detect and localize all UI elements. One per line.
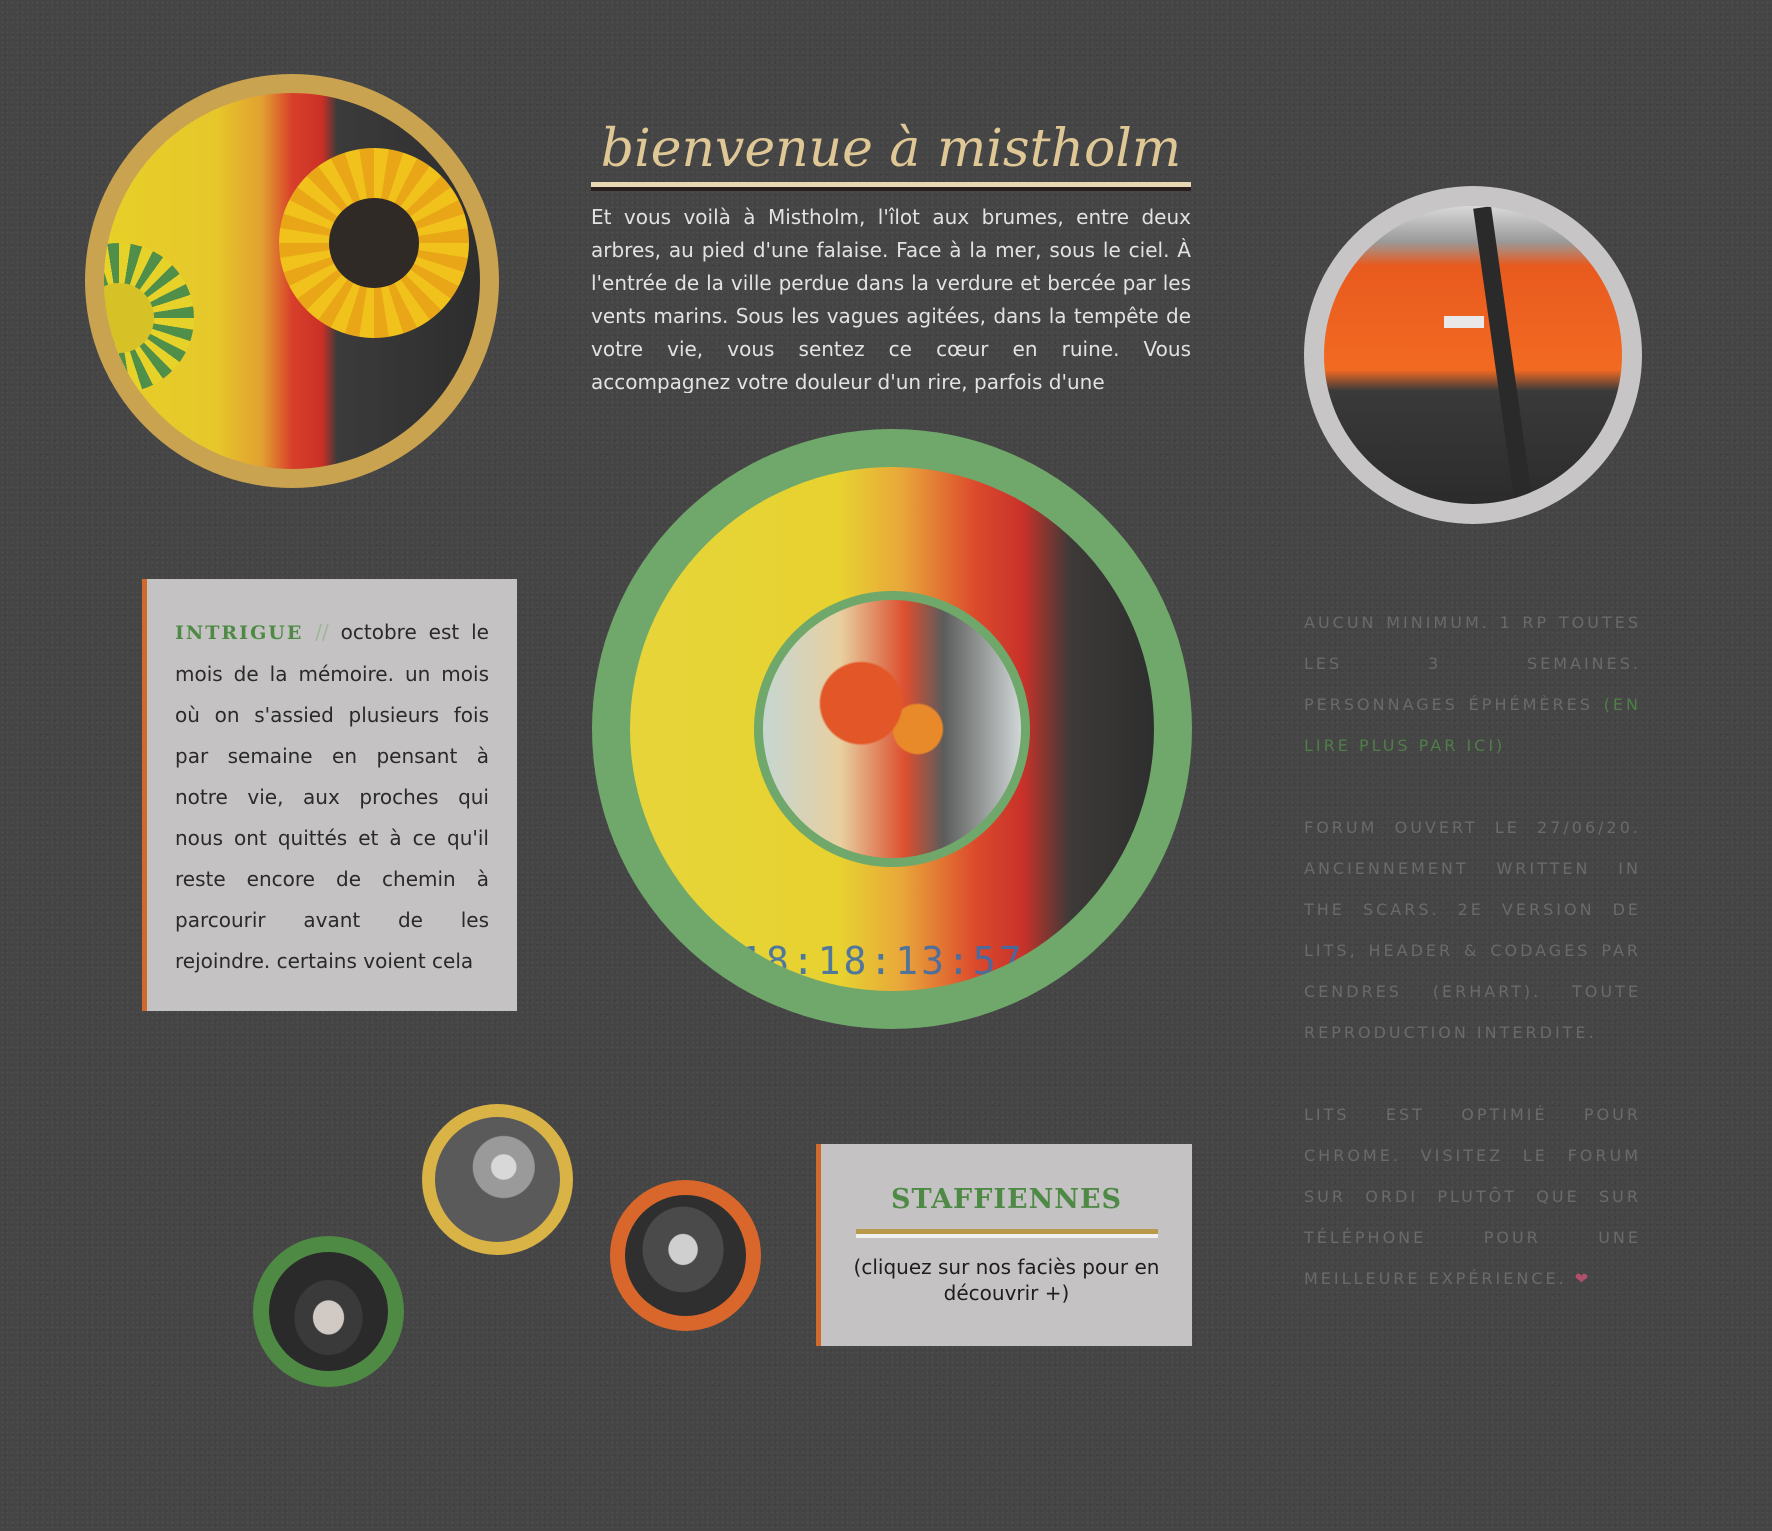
info-paragraph-credits: forum ouvert le 27/06/20. anciennement w…	[1304, 818, 1641, 1042]
sunflower-image	[104, 93, 480, 469]
daisy-image	[435, 1117, 560, 1242]
sunflower-image-circle	[85, 74, 499, 488]
avatar[interactable]	[269, 1252, 388, 1371]
intrigue-keyword: INTRIGUE	[175, 622, 304, 644]
staff-panel: STAFFIENNES (cliquez sur nos faciès pour…	[816, 1144, 1192, 1346]
heart-icon: ❤	[1574, 1269, 1592, 1288]
center-feature-circle: 18:18:13:57	[592, 429, 1192, 1029]
forum-info: aucun minimum. 1 rp toutes les 3 semaine…	[1304, 602, 1641, 1340]
staff-note: (cliquez sur nos faciès pour en découvri…	[853, 1255, 1160, 1305]
staff-avatar-man[interactable]	[610, 1180, 761, 1331]
sunflower-icon	[279, 148, 469, 338]
avatar[interactable]	[625, 1195, 746, 1316]
daisy-image-circle	[422, 1104, 573, 1255]
info-rules-text: aucun minimum. 1 rp toutes les 3 semaine…	[1304, 613, 1641, 714]
intrigue-panel[interactable]: INTRIGUE // octobre est le mois de la mé…	[142, 579, 517, 1011]
intrigue-separator: //	[315, 620, 329, 644]
welcome-text[interactable]: Et vous voilà à Mistholm, l'îlot aux bru…	[591, 201, 1191, 393]
center-inner-image	[763, 600, 1021, 858]
info-paragraph-optimization: lits est optimié pour chrome. visitez le…	[1304, 1094, 1641, 1299]
title-divider	[591, 182, 1191, 191]
orange-shirt-image	[1324, 206, 1622, 504]
info-paragraph-rules: aucun minimum. 1 rp toutes les 3 semaine…	[1304, 602, 1641, 766]
info-optimization-text: lits est optimié pour chrome. visitez le…	[1304, 1105, 1641, 1288]
staff-divider	[855, 1229, 1158, 1238]
staff-title: STAFFIENNES	[890, 1184, 1123, 1215]
timer-readout: 18:18:13:57	[740, 939, 1025, 983]
orange-shirt-image-circle	[1304, 186, 1642, 524]
intrigue-text: octobre est le mois de la mémoire. un mo…	[175, 620, 489, 973]
page-title: bienvenue à mistholm	[600, 119, 1182, 179]
intrigue-text-block: INTRIGUE // octobre est le mois de la mé…	[175, 612, 489, 982]
sunflower-icon	[104, 243, 194, 393]
staff-avatar-woman[interactable]	[253, 1236, 404, 1387]
welcome-section: bienvenue à mistholm Et vous voilà à Mis…	[591, 118, 1191, 393]
center-inner-circle	[754, 591, 1030, 867]
